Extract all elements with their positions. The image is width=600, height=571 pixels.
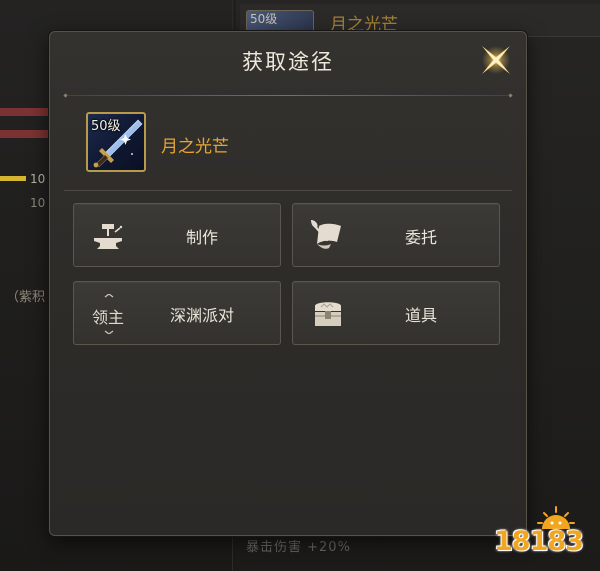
background-stat-label: 10 (30, 172, 46, 186)
close-button[interactable] (476, 40, 516, 80)
craft-button[interactable]: 制作 (73, 203, 281, 267)
lord-badge-text: 领主 (92, 308, 125, 327)
items-button[interactable]: 道具 (292, 281, 500, 345)
close-icon (482, 46, 510, 74)
items-label: 道具 (404, 306, 437, 325)
commission-label: 委托 (404, 228, 437, 247)
commission-button[interactable]: 委托 (292, 203, 500, 267)
background-stat-label-2: 10 (30, 196, 46, 210)
treasure-chest-icon (315, 302, 341, 326)
acquisition-dialog: 获取途径 50级 月之光芒 制作 委托 领主 深渊派对 道具 (49, 31, 527, 536)
item-row: 50级 月之光芒 (86, 112, 506, 176)
background-paren-text: （紫积 (6, 290, 46, 305)
item-divider (64, 190, 512, 191)
background-red-stat-text (0, 108, 48, 152)
background-item-chip-text: 50级 (250, 12, 278, 26)
site-watermark: 18183 (494, 505, 586, 557)
item-icon-frame[interactable]: 50级 (86, 112, 146, 172)
item-name: 月之光芒 (161, 137, 229, 157)
watermark-text: 18183 (494, 526, 584, 557)
craft-label: 制作 (185, 228, 218, 247)
background-stat-bar (0, 176, 26, 181)
abyss-party-button[interactable]: 领主 深渊派对 (73, 281, 281, 345)
background-bottom-text: 暴击伤害 +20% (246, 540, 351, 555)
header-divider (63, 93, 513, 98)
item-level-badge: 50级 (91, 119, 121, 134)
dialog-header: 获取途径 (50, 32, 526, 90)
abyss-party-label: 深渊派对 (169, 306, 234, 325)
scroll-quill-icon (311, 220, 341, 249)
lord-badge-icon: 领主 (88, 294, 130, 334)
dialog-title: 获取途径 (242, 50, 334, 74)
anvil-hammer-icon (94, 224, 123, 249)
